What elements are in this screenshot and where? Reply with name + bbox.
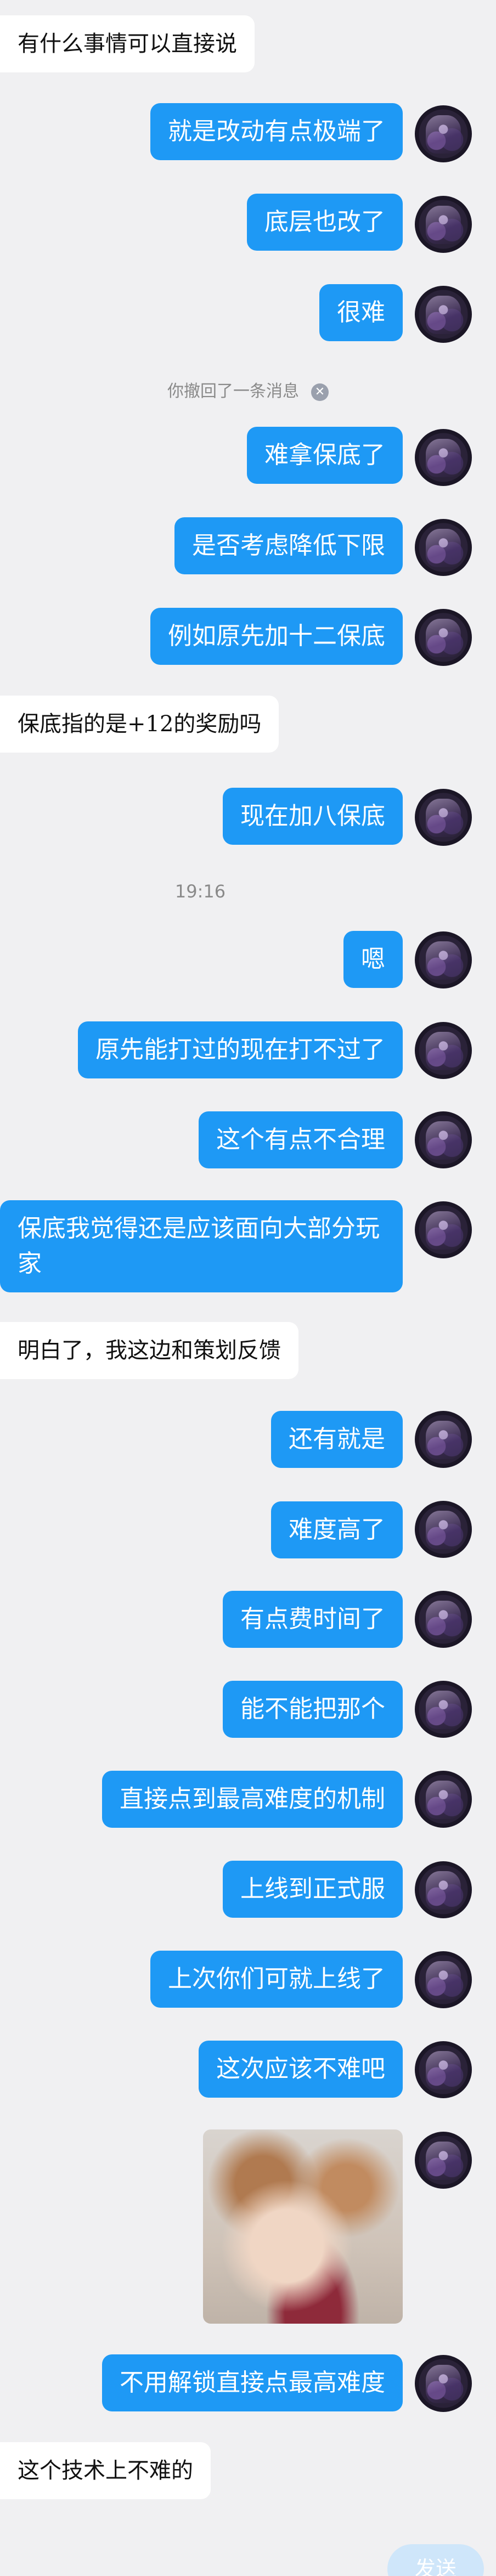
user-avatar[interactable] <box>415 1861 472 1918</box>
message-bubble-out[interactable]: 有点费时间了 <box>223 1591 403 1648</box>
message-bubble-in[interactable]: 这个技术上不难的 <box>0 2442 211 2499</box>
user-avatar[interactable] <box>415 1201 472 1258</box>
recall-notice-text: 你撤回了一条消息 <box>167 382 299 401</box>
message-bubble-out[interactable]: 上次你们可就上线了 <box>150 1951 403 2008</box>
user-avatar[interactable] <box>415 1501 472 1558</box>
message-bubble-in[interactable]: 有什么事情可以直接说 <box>0 15 255 72</box>
message-bubble-out[interactable]: 例如原先加十二保底 <box>150 608 403 665</box>
message-bubble-out[interactable]: 能不能把那个 <box>223 1681 403 1738</box>
message-timestamp: 19:16 <box>174 881 226 902</box>
message-bubble-in[interactable]: 保底指的是+12的奖励吗 <box>0 696 279 753</box>
user-avatar[interactable] <box>415 196 472 253</box>
message-bubble-out[interactable]: 底层也改了 <box>247 194 403 251</box>
user-avatar[interactable] <box>415 1951 472 2008</box>
message-bubble-out[interactable]: 难拿保底了 <box>247 427 403 484</box>
message-bubble-out[interactable]: 上线到正式服 <box>223 1861 403 1918</box>
user-avatar[interactable] <box>415 1681 472 1738</box>
user-avatar[interactable] <box>415 286 472 343</box>
message-bubble-out[interactable]: 这个有点不合理 <box>199 1111 403 1168</box>
send-button[interactable]: 发送 <box>387 2544 484 2576</box>
user-avatar[interactable] <box>415 609 472 666</box>
message-bubble-out[interactable]: 就是改动有点极端了 <box>150 103 403 160</box>
x-circle-icon[interactable]: ✕ <box>311 383 329 401</box>
message-bubble-out[interactable]: 很难 <box>319 284 403 341</box>
user-avatar[interactable] <box>415 1111 472 1168</box>
user-avatar[interactable] <box>415 789 472 846</box>
message-bubble-out[interactable]: 现在加八保底 <box>223 788 403 845</box>
user-avatar[interactable] <box>415 429 472 486</box>
message-bubble-out[interactable]: 这次应该不难吧 <box>199 2041 403 2098</box>
message-bubble-out[interactable]: 保底我觉得还是应该面向大部分玩家 <box>0 1200 403 1292</box>
user-avatar[interactable] <box>415 1022 472 1079</box>
message-bubble-out[interactable]: 直接点到最高难度的机制 <box>102 1771 403 1828</box>
user-avatar[interactable] <box>415 105 472 162</box>
cat-sticker-image[interactable] <box>203 2129 403 2324</box>
message-bubble-out[interactable]: 不用解锁直接点最高难度 <box>102 2354 403 2411</box>
recall-notice: 你撤回了一条消息 ✕ <box>0 377 496 402</box>
message-bubble-out[interactable]: 嗯 <box>343 931 403 988</box>
message-bubble-out[interactable]: 是否考虑降低下限 <box>174 517 403 574</box>
user-avatar[interactable] <box>415 931 472 988</box>
message-bubble-in[interactable]: 明白了，我这边和策划反馈 <box>0 1322 298 1379</box>
user-avatar[interactable] <box>415 2132 472 2189</box>
user-avatar[interactable] <box>415 2041 472 2098</box>
user-avatar[interactable] <box>415 1411 472 1468</box>
message-bubble-out[interactable]: 还有就是 <box>271 1411 403 1468</box>
message-bubble-out[interactable]: 原先能打过的现在打不过了 <box>78 1021 403 1078</box>
user-avatar[interactable] <box>415 2355 472 2412</box>
user-avatar[interactable] <box>415 1771 472 1828</box>
message-bubble-out[interactable]: 难度高了 <box>271 1501 403 1558</box>
user-avatar[interactable] <box>415 1591 472 1648</box>
user-avatar[interactable] <box>415 519 472 576</box>
